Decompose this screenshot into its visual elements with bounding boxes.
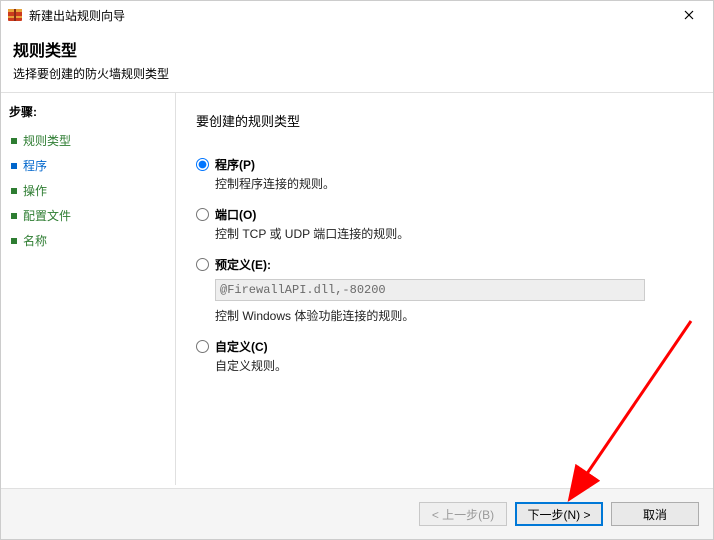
step-label: 名称 [23,232,47,249]
bullet-icon [11,163,17,169]
bullet-icon [11,188,17,194]
bullet-icon [11,238,17,244]
step-label: 操作 [23,182,47,199]
option-program-desc: 控制程序连接的规则。 [215,175,693,192]
radio-port[interactable] [196,208,209,221]
step-label: 规则类型 [23,132,71,149]
steps-sidebar: 步骤: 规则类型 程序 操作 配置文件 名称 [1,93,176,485]
option-custom-row[interactable]: 自定义(C) [196,338,693,355]
wizard-footer: < 上一步(B) 下一步(N) > 取消 [1,488,713,539]
wizard-header: 规则类型 选择要创建的防火墙规则类型 [1,29,713,93]
bullet-icon [11,138,17,144]
step-name[interactable]: 名称 [9,228,167,253]
page-title: 规则类型 [13,37,701,61]
option-port-desc: 控制 TCP 或 UDP 端口连接的规则。 [215,225,693,242]
next-button[interactable]: 下一步(N) > [515,502,603,526]
back-button: < 上一步(B) [419,502,507,526]
option-program: 程序(P) 控制程序连接的规则。 [196,156,693,192]
content-pane: 要创建的规则类型 程序(P) 控制程序连接的规则。 端口(O) 控制 TCP 或… [176,93,713,485]
window-title: 新建出站规则向导 [29,7,669,24]
option-program-row[interactable]: 程序(P) [196,156,693,173]
radio-predefined[interactable] [196,258,209,271]
option-predefined-row[interactable]: 预定义(E): [196,256,693,273]
option-port-row[interactable]: 端口(O) [196,206,693,223]
wizard-window: 新建出站规则向导 规则类型 选择要创建的防火墙规则类型 步骤: 规则类型 程序 … [0,0,714,540]
cancel-button[interactable]: 取消 [611,502,699,526]
option-port: 端口(O) 控制 TCP 或 UDP 端口连接的规则。 [196,206,693,242]
option-custom-label: 自定义(C) [215,338,268,355]
option-custom: 自定义(C) 自定义规则。 [196,338,693,374]
option-port-label: 端口(O) [215,206,256,223]
option-predefined-label: 预定义(E): [215,256,271,273]
firewall-icon [7,7,23,23]
page-subtitle: 选择要创建的防火墙规则类型 [13,65,701,82]
title-bar: 新建出站规则向导 [1,1,713,29]
bullet-icon [11,213,17,219]
steps-heading: 步骤: [9,103,167,120]
step-profile[interactable]: 配置文件 [9,203,167,228]
option-program-label: 程序(P) [215,156,255,173]
predefined-select [215,279,645,301]
option-custom-desc: 自定义规则。 [215,357,693,374]
option-predefined-desc: 控制 Windows 体验功能连接的规则。 [215,307,693,324]
step-label: 程序 [23,157,47,174]
step-program[interactable]: 程序 [9,153,167,178]
step-rule-type[interactable]: 规则类型 [9,128,167,153]
step-label: 配置文件 [23,207,71,224]
radio-custom[interactable] [196,340,209,353]
option-predefined: 预定义(E): 控制 Windows 体验功能连接的规则。 [196,256,693,324]
radio-program[interactable] [196,158,209,171]
wizard-body: 步骤: 规则类型 程序 操作 配置文件 名称 [1,93,713,485]
step-action[interactable]: 操作 [9,178,167,203]
close-button[interactable] [669,1,709,29]
content-prompt: 要创建的规则类型 [196,111,693,130]
